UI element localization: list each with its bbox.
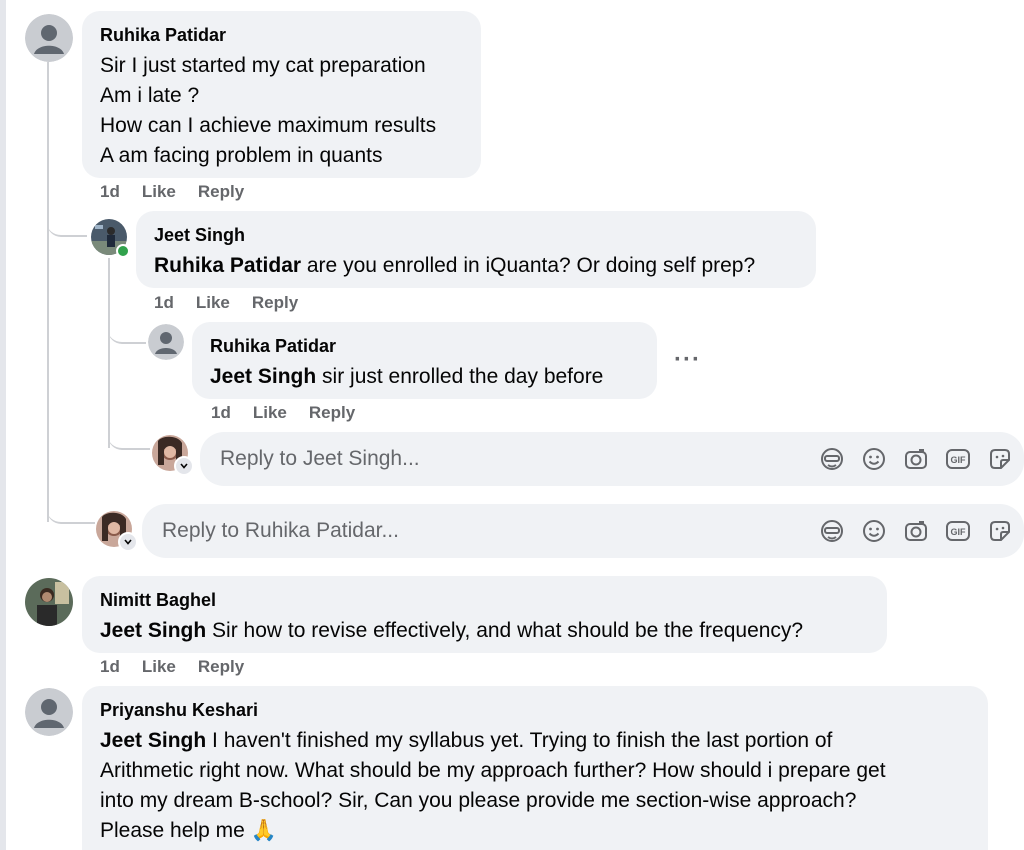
chevron-down-icon[interactable] [118,532,138,552]
reply-button[interactable]: Reply [198,182,244,201]
comment-bubble: Jeet Singh Ruhika Patidar are you enroll… [136,211,816,288]
sticker-icon[interactable] [986,445,1014,473]
gif-icon[interactable]: GIF [944,517,972,545]
comment-time[interactable]: 1d [100,657,120,676]
comment-line: Please help me 🙏 [100,819,277,842]
comment-actions: 1d Like Reply [211,403,377,423]
comment-line: Jeet Singh I haven't finished my syllabu… [100,726,970,756]
mention-link[interactable]: Jeet Singh [100,729,206,752]
comment-text: Jeet Singh Sir how to revise effectively… [100,616,869,646]
left-edge [0,0,6,850]
reply-input[interactable] [218,446,782,472]
avatar[interactable] [25,688,73,736]
gif-icon[interactable]: GIF [944,445,972,473]
reply-button[interactable]: Reply [309,403,355,422]
comment-line: A am facing problem in quants [100,144,383,167]
gif-label: GIF [951,455,967,465]
comment-line: Arithmetic right now. What should be my … [100,759,886,782]
comment-text: Jeet Singh sir just enrolled the day bef… [210,362,639,392]
comment-time[interactable]: 1d [211,403,231,422]
reply-input[interactable] [160,518,724,544]
comment-actions: 1d Like Reply [100,182,266,202]
mention-link[interactable]: Ruhika Patidar [154,254,301,277]
avatar[interactable] [25,578,73,626]
comment-actions: 1d Like Reply [100,657,266,677]
avatar[interactable] [148,324,184,360]
chevron-down-icon[interactable] [174,456,194,476]
comment-body: sir just enrolled the day before [316,365,604,388]
gif-label: GIF [951,527,967,537]
thread-connector-jeet-reply [108,430,150,450]
reply-button[interactable]: Reply [198,657,244,676]
comment-author[interactable]: Ruhika Patidar [100,25,463,45]
comment-author[interactable]: Nimitt Baghel [100,590,869,610]
comment-body: are you enrolled in iQuanta? Or doing se… [301,254,756,277]
reply-box[interactable]: GIF [200,432,1024,486]
avatar[interactable] [25,14,73,62]
mention-link[interactable]: Jeet Singh [210,365,316,388]
comment-body: I haven't finished my syllabus yet. Tryi… [206,729,833,752]
thread-connector-jeet [47,205,87,237]
online-status-icon [116,244,130,258]
comment-author[interactable]: Jeet Singh [154,225,798,245]
thread-connector-ruhika-reply [47,500,95,524]
comment-time[interactable]: 1d [100,182,120,201]
thread-line-main [47,62,49,522]
comment-line: into my dream B-school? Sir, Can you ple… [100,789,857,812]
comment-author[interactable]: Priyanshu Keshari [100,700,970,720]
camera-icon[interactable] [902,445,930,473]
comment-line: Am i late ? [100,84,200,107]
comment-text: Ruhika Patidar are you enrolled in iQuan… [154,251,798,281]
reply-button[interactable]: Reply [252,293,298,312]
reply-tools: GIF [818,517,1014,545]
reply-box[interactable]: GIF [142,504,1024,558]
comment-bubble: Ruhika Patidar Jeet Singh sir just enrol… [192,322,657,399]
more-options-button[interactable]: ··· [674,346,701,374]
comment-author[interactable]: Ruhika Patidar [210,336,639,356]
comment-time[interactable]: 1d [154,293,174,312]
comment-body: Sir how to revise effectively, and what … [206,619,804,642]
like-button[interactable]: Like [142,657,176,676]
mention-link[interactable]: Jeet Singh [100,619,206,642]
like-button[interactable]: Like [253,403,287,422]
thread-line-jeet [108,258,110,448]
avatar-sticker-icon[interactable] [818,445,846,473]
comment-bubble: Priyanshu Keshari Jeet Singh I haven't f… [82,686,988,850]
comment-actions: 1d Like Reply [154,293,320,313]
comment-line: How can I achieve maximum results [100,114,437,137]
comment-line: Sir I just started my cat preparation [100,54,426,77]
comment-bubble: Ruhika Patidar Sir I just started my cat… [82,11,481,178]
emoji-icon[interactable] [860,445,888,473]
emoji-icon[interactable] [860,517,888,545]
like-button[interactable]: Like [142,182,176,201]
camera-icon[interactable] [902,517,930,545]
avatar-sticker-icon[interactable] [818,517,846,545]
sticker-icon[interactable] [986,517,1014,545]
thread-connector-ruhika-2 [108,320,146,344]
comment-bubble: Nimitt Baghel Jeet Singh Sir how to revi… [82,576,887,653]
like-button[interactable]: Like [196,293,230,312]
reply-tools: GIF [818,445,1014,473]
